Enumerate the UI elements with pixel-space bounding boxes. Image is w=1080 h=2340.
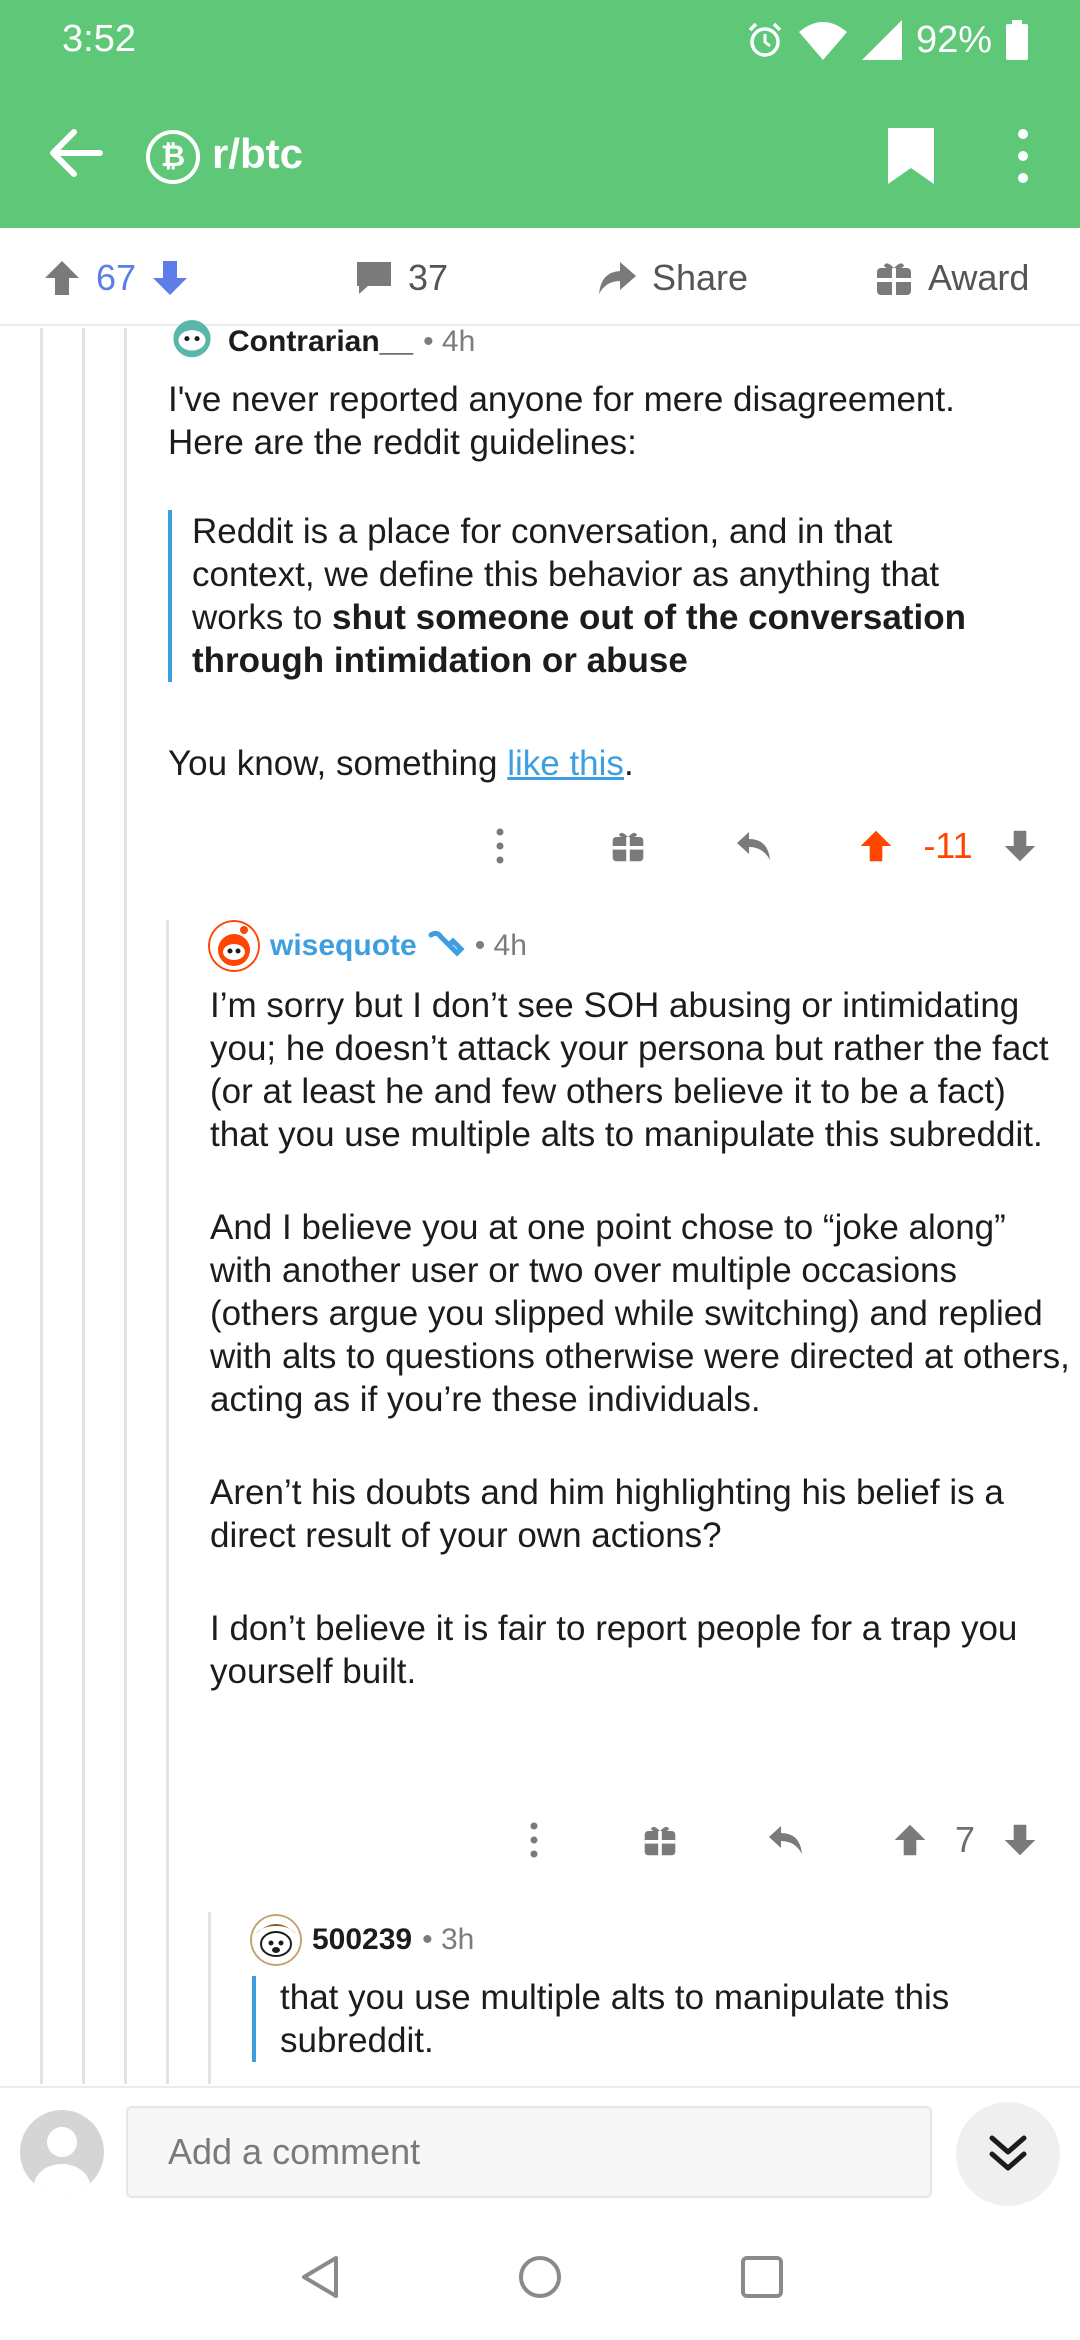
blockquote: that you use multiple alts to manipulate…: [252, 1976, 1052, 2062]
comment-author[interactable]: Contrarian__: [228, 325, 413, 359]
user-avatar[interactable]: [20, 2110, 104, 2194]
more-vertical-icon[interactable]: [1004, 124, 1042, 188]
thread-line: [166, 920, 169, 2084]
upvote-icon[interactable]: [892, 1822, 928, 1858]
avatar[interactable]: [208, 920, 260, 972]
comments-count: 37: [408, 257, 449, 298]
gift-icon: [612, 832, 644, 862]
comment-score: 7: [954, 1819, 976, 1860]
comment-award-button[interactable]: [606, 816, 650, 876]
subreddit-icon[interactable]: ₿: [146, 130, 200, 184]
comment-paragraph: And I believe you at one point chose to …: [210, 1208, 1070, 1419]
avatar[interactable]: [250, 1914, 302, 1966]
system-nav-bar: [0, 2214, 1080, 2340]
downvote-icon[interactable]: [1002, 1822, 1038, 1858]
more-vertical-icon: [496, 828, 504, 864]
comment-actions: -11: [0, 816, 1080, 876]
comment-paragraph: Aren’t his doubts and him highlighting h…: [210, 1473, 1004, 1555]
comment-age: • 4h: [423, 325, 476, 358]
downvote-icon[interactable]: [1002, 828, 1038, 864]
reply-icon: [737, 832, 770, 860]
more-vertical-icon: [530, 1822, 538, 1858]
battery-icon: [1006, 20, 1028, 60]
comment-vote-group: -11: [858, 816, 1038, 876]
comment-text: You know, something: [168, 744, 508, 783]
app-bar: ₿ r/btc: [0, 80, 1080, 228]
comment-text: I've never reported anyone for mere disa…: [168, 380, 955, 462]
nav-back-icon[interactable]: [296, 2252, 346, 2302]
comment-paragraph: I don’t believe it is fair to report peo…: [210, 1609, 1018, 1691]
subreddit-name[interactable]: r/btc: [212, 130, 303, 178]
add-comment-input[interactable]: Add a comment: [126, 2106, 932, 2198]
status-bar: 3:52 92%: [0, 0, 1080, 80]
double-chevron-down-icon: [989, 2135, 1027, 2171]
comment-body: You know, something like this.: [168, 742, 1028, 785]
comment-header: wisequote • 4h: [208, 920, 527, 972]
comment-reply-button[interactable]: [764, 1810, 808, 1870]
comment-reply-button[interactable]: [732, 816, 776, 876]
cell-signal-icon: [861, 20, 902, 60]
share-button[interactable]: Share: [596, 250, 748, 306]
comment-age: • 3h: [422, 1923, 475, 1956]
comment-paragraph: I’m sorry but I don’t see SOH abusing or…: [210, 986, 1049, 1154]
comment-score: -11: [923, 825, 973, 866]
gift-icon: [877, 263, 911, 295]
comment-more-button[interactable]: [480, 816, 520, 876]
post-score: 67: [96, 257, 137, 298]
bookmark-icon[interactable]: [884, 124, 938, 188]
comment-body: I've never reported anyone for mere disa…: [168, 378, 1028, 464]
nav-home-icon[interactable]: [515, 2252, 565, 2302]
comment-bubble-icon: [357, 262, 391, 294]
avatar[interactable]: [166, 320, 218, 364]
post-vote-group: 67: [42, 250, 190, 306]
comments-button[interactable]: 37: [354, 250, 448, 306]
comment-composer-bar: Add a comment: [0, 2086, 1080, 2214]
quote-text: that you use multiple alts to manipulate…: [280, 1978, 950, 2060]
comment-award-button[interactable]: [638, 1810, 682, 1870]
award-label: Award: [928, 257, 1030, 298]
upvote-icon[interactable]: [42, 258, 82, 298]
comment-age: • 4h: [474, 929, 527, 962]
award-button[interactable]: Award: [874, 250, 1029, 306]
back-arrow-icon[interactable]: [40, 118, 110, 188]
jump-next-button[interactable]: [956, 2102, 1060, 2206]
gift-icon: [644, 1826, 676, 1856]
user-icon: [34, 2127, 90, 2194]
reply-icon: [769, 1826, 802, 1854]
post-action-bar: 67 37 Share Award: [0, 228, 1080, 326]
share-icon: [599, 262, 636, 294]
status-time: 3:52: [62, 18, 136, 60]
comment-author[interactable]: 500239: [312, 1923, 412, 1957]
comment-text-end: .: [623, 744, 634, 783]
comment-more-button[interactable]: [514, 1810, 554, 1870]
nav-recents-icon[interactable]: [737, 2252, 787, 2302]
alarm-icon: [748, 22, 782, 57]
downvote-icon[interactable]: [150, 258, 190, 298]
comment-author[interactable]: wisequote: [270, 929, 417, 963]
blockquote: Reddit is a place for conversation, and …: [168, 510, 1008, 682]
comment-body: I’m sorry but I don’t see SOH abusing or…: [210, 984, 1070, 1743]
comment-vote-group: 7: [892, 1810, 1038, 1870]
comment-actions: 7: [0, 1810, 1080, 1870]
wifi-icon: [798, 22, 847, 60]
upvote-icon[interactable]: [858, 828, 894, 864]
comment-header: 500239 • 3h: [250, 1914, 474, 1966]
comment-link[interactable]: like this: [507, 744, 624, 783]
status-icons: 92%: [746, 16, 1028, 64]
battery-percent: 92%: [915, 18, 992, 61]
thread-line: [208, 1912, 211, 2084]
share-label: Share: [652, 257, 749, 298]
comment-header: Contrarian__ • 4h: [166, 320, 475, 364]
moderator-icon: [428, 930, 465, 957]
